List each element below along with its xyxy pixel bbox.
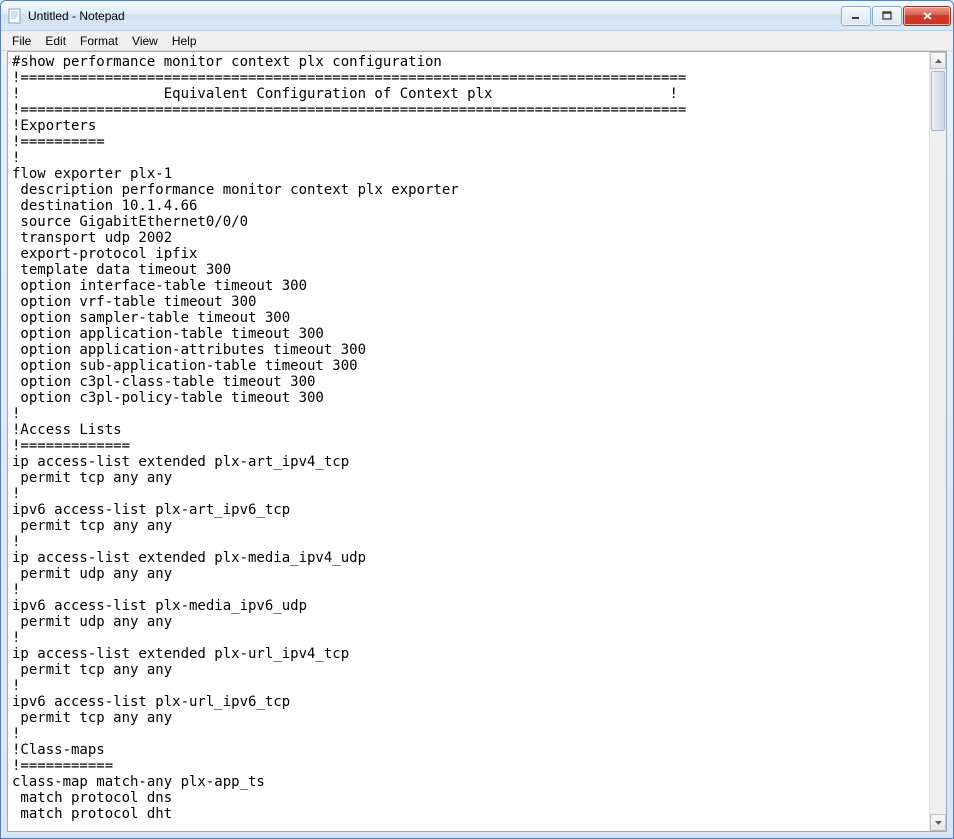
minimize-button[interactable] — [841, 6, 871, 26]
scroll-up-button[interactable] — [930, 52, 946, 69]
menu-format[interactable]: Format — [73, 32, 125, 50]
chevron-down-icon — [935, 821, 942, 825]
notepad-app-icon — [7, 8, 23, 24]
scroll-thumb[interactable] — [931, 71, 945, 131]
menubar: File Edit Format View Help — [1, 31, 953, 51]
vertical-scrollbar[interactable] — [929, 52, 946, 831]
maximize-icon — [882, 11, 892, 21]
menu-help[interactable]: Help — [165, 32, 204, 50]
window-title: Untitled - Notepad — [28, 9, 840, 23]
menu-file[interactable]: File — [5, 32, 38, 50]
minimize-icon — [851, 11, 861, 21]
client-area: #show performance monitor context plx co… — [8, 52, 946, 831]
scroll-down-button[interactable] — [930, 814, 946, 831]
notepad-window: Untitled - Notepad File Edit Format View… — [0, 0, 954, 839]
chevron-up-icon — [935, 59, 942, 63]
close-icon — [922, 11, 933, 21]
client-area-wrap: #show performance monitor context plx co… — [7, 51, 947, 832]
scroll-track[interactable] — [930, 69, 946, 814]
window-controls — [840, 6, 951, 26]
menu-edit[interactable]: Edit — [38, 32, 73, 50]
maximize-button[interactable] — [872, 6, 902, 26]
titlebar[interactable]: Untitled - Notepad — [1, 1, 953, 31]
close-button[interactable] — [903, 6, 951, 26]
menu-view[interactable]: View — [125, 32, 165, 50]
text-editor[interactable]: #show performance monitor context plx co… — [8, 52, 929, 831]
